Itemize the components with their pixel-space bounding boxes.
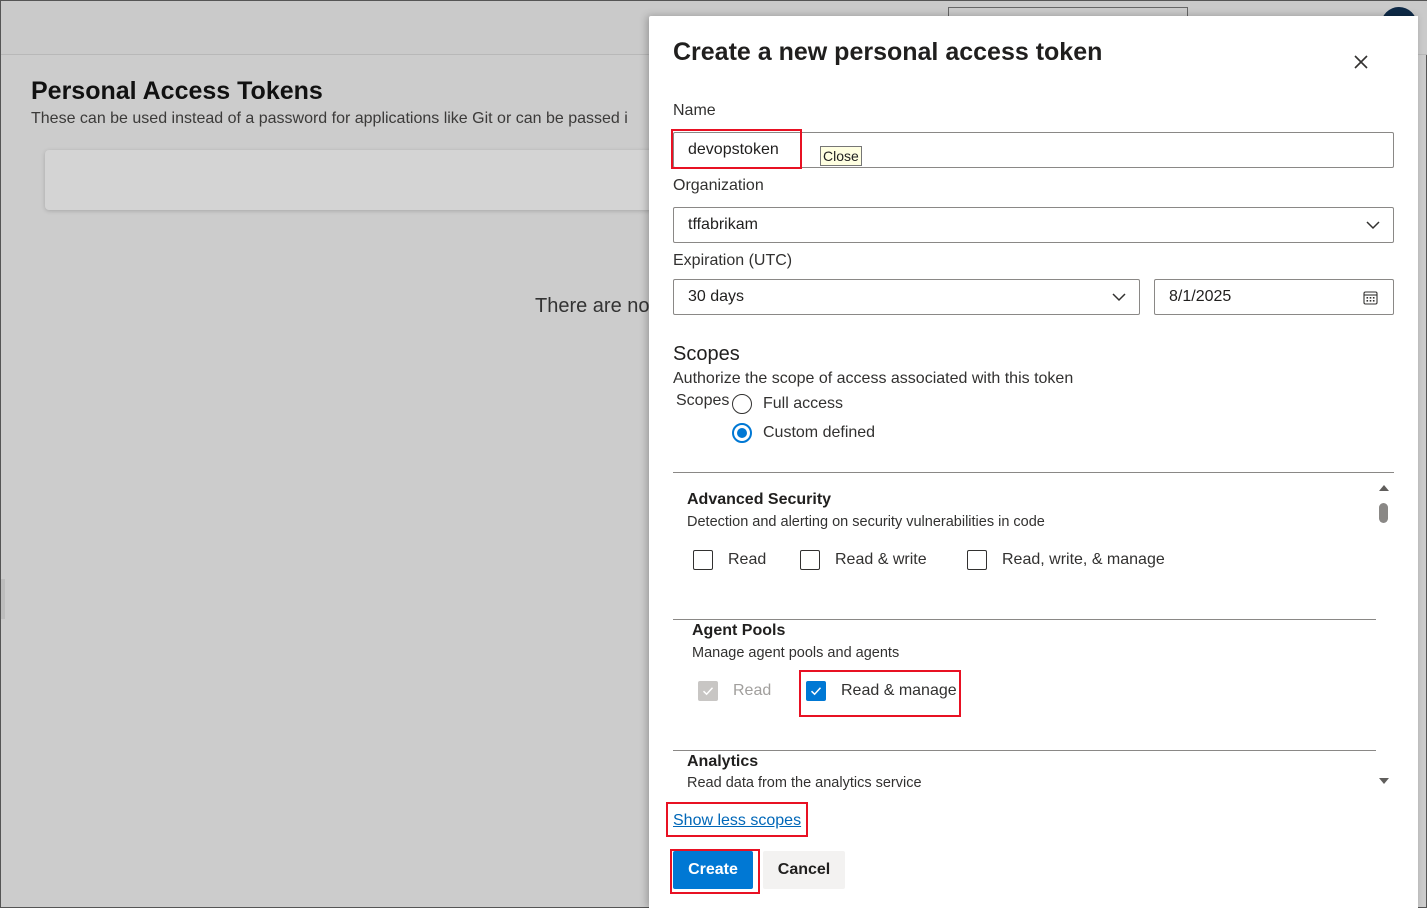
agent-pools-read: Read	[698, 681, 771, 701]
calendar-icon	[1363, 291, 1378, 305]
scroll-up-icon[interactable]	[1378, 483, 1390, 492]
expiration-date-value: 8/1/2025	[1169, 288, 1232, 305]
cancel-button[interactable]: Cancel	[763, 851, 845, 889]
advanced-security-read-write-manage[interactable]: Read, write, & manage	[967, 550, 1165, 570]
scope-list: Advanced Security Detection and alerting…	[673, 472, 1394, 798]
checkmark-icon	[702, 687, 714, 696]
checkbox-label: Read, write, & manage	[1002, 551, 1165, 568]
checkbox[interactable]	[967, 550, 987, 570]
expiration-label: Expiration (UTC)	[673, 252, 793, 269]
create-token-panel: Create a new personal access token Name …	[649, 16, 1418, 908]
chevron-down-icon	[1366, 221, 1380, 230]
create-button[interactable]: Create	[673, 851, 753, 889]
scope-description: Manage agent pools and agents	[692, 645, 900, 661]
scroll-down-icon[interactable]	[1378, 777, 1390, 786]
radio-button[interactable]	[732, 423, 752, 443]
scopes-group-label: Scopes	[676, 392, 730, 409]
checkbox[interactable]	[806, 681, 826, 701]
checkbox[interactable]	[693, 550, 713, 570]
scope-title-agent-pools: Agent Pools	[692, 622, 786, 639]
name-input[interactable]	[673, 132, 1394, 168]
radio-label: Full access	[763, 395, 844, 412]
token-list-card	[45, 150, 685, 210]
name-label: Name	[673, 102, 716, 119]
scopes-heading: Scopes	[673, 343, 740, 365]
empty-state-text: There are no	[535, 295, 650, 317]
scroll-thumb[interactable]	[1379, 503, 1388, 523]
page-title: Personal Access Tokens	[31, 77, 323, 105]
panel-title: Create a new personal access token	[673, 38, 1103, 66]
advanced-security-read[interactable]: Read	[693, 550, 766, 570]
close-icon	[1354, 55, 1368, 69]
radio-label: Custom defined	[763, 424, 876, 441]
scope-description: Detection and alerting on security vulne…	[687, 514, 1045, 530]
scope-list-scrollbar[interactable]	[1375, 481, 1391, 791]
page-subtitle: These can be used instead of a password …	[31, 110, 628, 127]
advanced-security-read-write[interactable]: Read & write	[800, 550, 927, 570]
checkbox[interactable]	[800, 550, 820, 570]
checkbox-label: Read	[728, 551, 767, 568]
side-handle	[1, 579, 5, 619]
checkbox	[698, 681, 718, 701]
organization-label: Organization	[673, 177, 764, 194]
close-button[interactable]	[1345, 46, 1377, 78]
expiration-date-picker[interactable]: 8/1/2025	[1154, 279, 1394, 315]
close-tooltip: Close	[820, 146, 862, 166]
scopes-description: Authorize the scope of access associated…	[673, 370, 1074, 387]
scope-title-advanced-security: Advanced Security	[687, 491, 832, 508]
expiration-dropdown[interactable]: 30 days	[673, 279, 1140, 315]
agent-pools-read-manage[interactable]: Read & manage	[806, 681, 957, 701]
radio-full-access[interactable]: Full access	[732, 394, 843, 414]
checkbox-label: Read & write	[835, 551, 927, 568]
checkbox-label: Read & manage	[841, 682, 957, 699]
checkmark-icon	[810, 687, 822, 696]
organization-value: tffabrikam	[688, 216, 758, 233]
organization-dropdown[interactable]: tffabrikam	[673, 207, 1394, 243]
checkbox-label: Read	[733, 682, 772, 699]
scope-divider	[673, 619, 1376, 620]
expiration-value: 30 days	[688, 288, 745, 305]
scope-divider	[673, 750, 1376, 751]
radio-custom-defined[interactable]: Custom defined	[732, 423, 875, 443]
chevron-down-icon	[1112, 293, 1126, 302]
show-less-scopes-link[interactable]: Show less scopes	[673, 812, 801, 830]
scope-title-analytics: Analytics	[687, 753, 759, 770]
scope-description: Read data from the analytics service	[687, 775, 922, 791]
radio-button[interactable]	[732, 394, 752, 414]
